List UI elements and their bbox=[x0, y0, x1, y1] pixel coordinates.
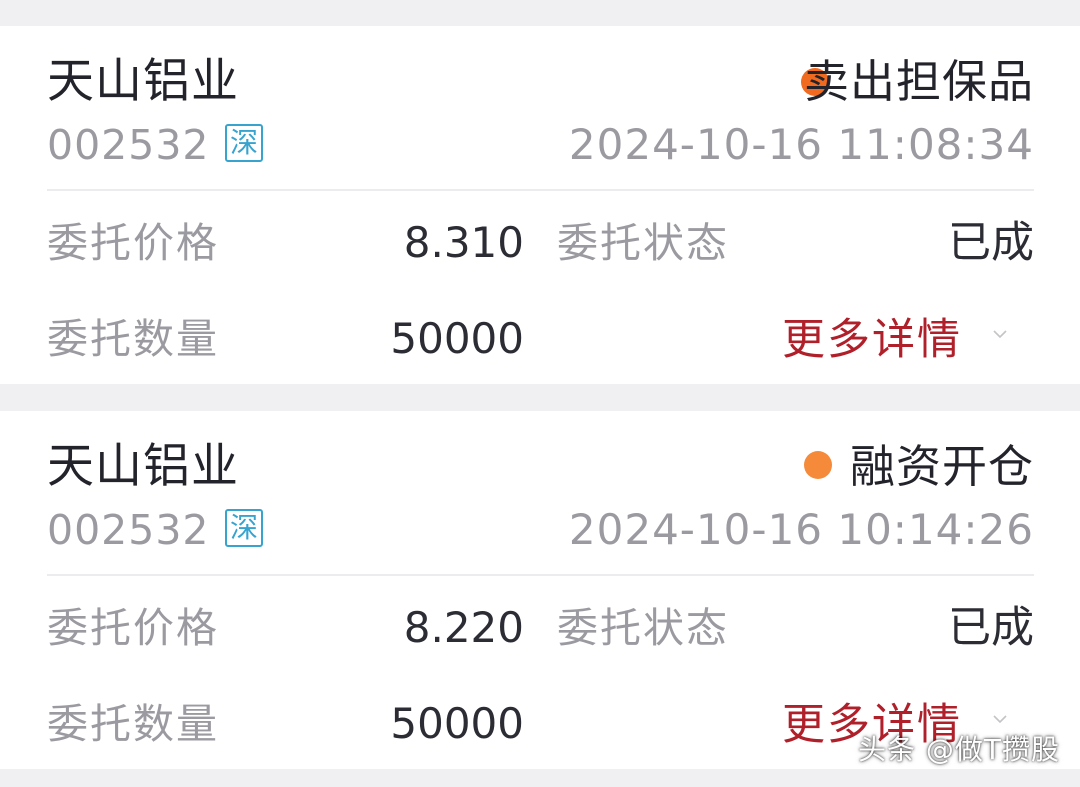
quantity-value: 50000 bbox=[390, 699, 524, 748]
watermark: 头条 @做T攒股 bbox=[857, 733, 1060, 766]
quantity-label: 委托数量 bbox=[47, 315, 219, 363]
divider bbox=[47, 574, 1034, 576]
quantity-value: 50000 bbox=[390, 314, 524, 363]
price-value: 8.220 bbox=[403, 603, 524, 652]
market-badge: 深 bbox=[225, 124, 263, 162]
order-datetime: 2024-10-16 11:08:34 bbox=[568, 120, 1034, 169]
divider bbox=[47, 189, 1034, 191]
chevron-down-icon[interactable] bbox=[992, 711, 1008, 727]
order-list-page: 天山铝业 002532 深 卖出担保品 2024-10-16 11:08:34 … bbox=[0, 0, 1080, 787]
order-card[interactable]: 天山铝业 002532 深 融资开仓 2024-10-16 10:14:26 委… bbox=[0, 411, 1080, 769]
price-value: 8.310 bbox=[403, 218, 524, 267]
price-label: 委托价格 bbox=[47, 604, 219, 652]
status-value: 已成 bbox=[948, 218, 1034, 268]
stock-name: 天山铝业 bbox=[47, 54, 239, 109]
stock-code: 002532 bbox=[47, 121, 210, 169]
more-details-link[interactable]: 更多详情 bbox=[782, 314, 962, 366]
price-label: 委托价格 bbox=[47, 219, 219, 267]
order-type: 卖出担保品 bbox=[803, 55, 1034, 108]
status-label: 委托状态 bbox=[557, 604, 729, 652]
market-badge: 深 bbox=[225, 509, 263, 547]
quantity-label: 委托数量 bbox=[47, 700, 219, 748]
order-card[interactable]: 天山铝业 002532 深 卖出担保品 2024-10-16 11:08:34 … bbox=[0, 26, 1080, 384]
stock-name: 天山铝业 bbox=[47, 439, 239, 494]
order-type-dot-icon bbox=[804, 451, 832, 479]
chevron-down-icon[interactable] bbox=[992, 326, 1008, 342]
order-type: 融资开仓 bbox=[849, 440, 1034, 493]
order-datetime: 2024-10-16 10:14:26 bbox=[568, 505, 1034, 554]
stock-code: 002532 bbox=[47, 506, 210, 554]
status-label: 委托状态 bbox=[557, 219, 729, 267]
status-value: 已成 bbox=[948, 603, 1034, 653]
